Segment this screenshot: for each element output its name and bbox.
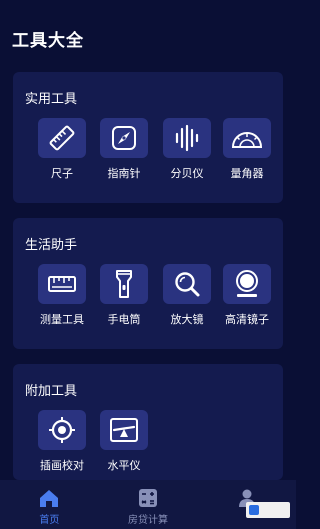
app-title: 工具大全	[12, 31, 84, 51]
tool-label: 放大镜	[170, 313, 204, 326]
tool-mirror[interactable]: 高清镜子	[217, 264, 277, 327]
tab-home[interactable]: 首页	[0, 480, 99, 529]
tool-compass[interactable]: 指南针	[94, 118, 154, 181]
tool-label: 手电筒	[107, 313, 141, 326]
crosshair-icon	[38, 410, 86, 450]
section-title: 附加工具	[25, 384, 78, 399]
tool-label: 高清镜子	[225, 313, 269, 326]
tool-level[interactable]: 水平仪	[94, 410, 154, 473]
tool-magnifier[interactable]: 放大镜	[157, 264, 217, 327]
sound-wave-icon	[163, 118, 211, 158]
watermark-logo	[246, 502, 290, 518]
section-card-utilities: 实用工具 尺子 指南针 分贝仪 量角器	[13, 72, 283, 203]
tab-label: 房贷计算	[128, 515, 168, 526]
tool-decibel-meter[interactable]: 分贝仪	[157, 118, 217, 181]
magnifier-icon	[163, 264, 211, 304]
tab-label: 首页	[39, 515, 60, 526]
tool-label: 水平仪	[107, 459, 141, 472]
protractor-icon	[223, 118, 271, 158]
watermark-icon	[249, 505, 259, 515]
tool-label: 插画校对	[40, 459, 84, 472]
level-icon	[100, 410, 148, 450]
tool-ruler[interactable]: 尺子	[32, 118, 92, 181]
ruler-icon	[38, 118, 86, 158]
measure-tape-icon	[38, 264, 86, 304]
section-card-extras: 附加工具 插画校对 水平仪	[13, 364, 283, 480]
tab-mortgage-calculator[interactable]: 房贷计算	[99, 480, 198, 529]
tool-label: 分贝仪	[170, 167, 204, 180]
mirror-icon	[223, 264, 271, 304]
tool-illustration-check[interactable]: 插画校对	[32, 410, 92, 473]
calculator-icon	[139, 489, 157, 507]
compass-icon	[100, 118, 148, 158]
section-title: 生活助手	[25, 238, 78, 253]
flashlight-icon	[100, 264, 148, 304]
tool-label: 量角器	[230, 167, 264, 180]
section-card-life-assistant: 生活助手 测量工具 手电筒 放大镜 高清镜子	[13, 218, 283, 349]
tool-label: 尺子	[51, 167, 73, 180]
tool-flashlight[interactable]: 手电筒	[94, 264, 154, 327]
section-title: 实用工具	[25, 92, 78, 107]
tool-label: 指南针	[107, 167, 141, 180]
tool-protractor[interactable]: 量角器	[217, 118, 277, 181]
tool-measure[interactable]: 测量工具	[32, 264, 92, 327]
tool-label: 测量工具	[40, 313, 84, 326]
home-icon	[40, 490, 59, 507]
